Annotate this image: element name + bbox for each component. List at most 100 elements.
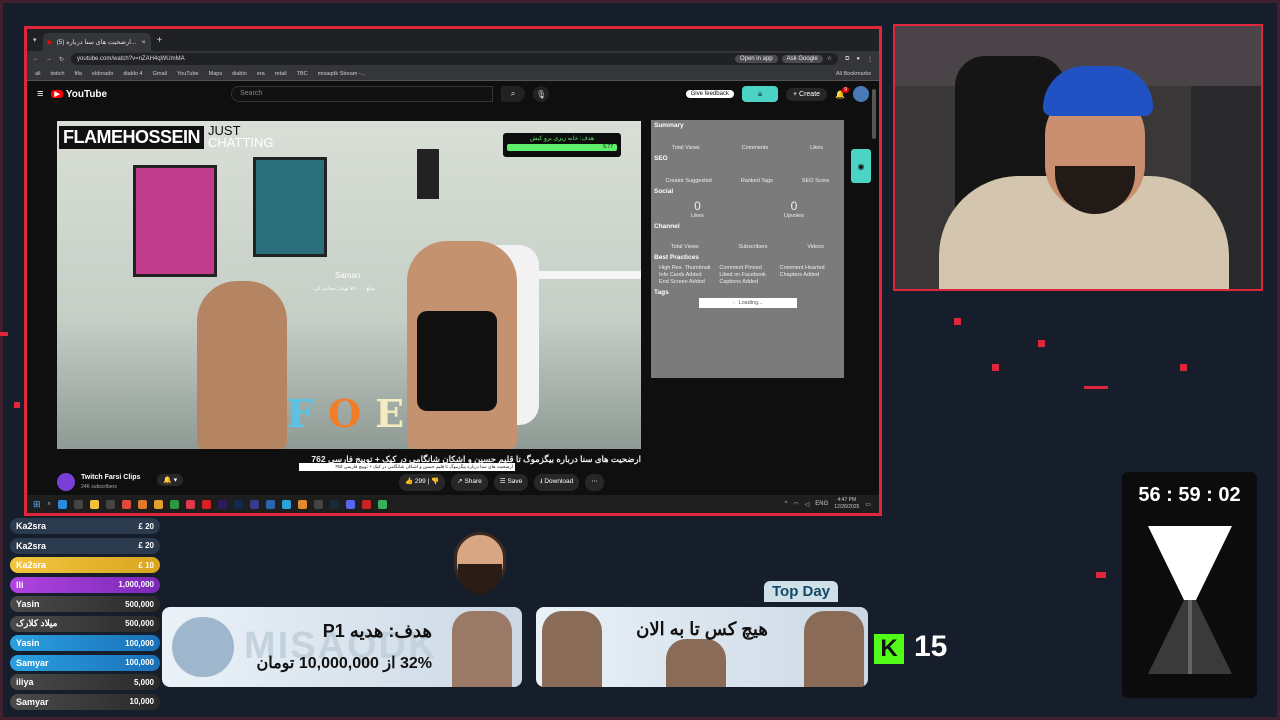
panel-side-button[interactable]: ◉ <box>851 149 871 183</box>
bookmark-item[interactable]: diablo 4 <box>123 71 142 77</box>
overlay-brand: FLAMEHOSSEIN JUST CHATTING <box>59 124 274 149</box>
premiere-icon[interactable] <box>217 499 227 509</box>
scrollbar[interactable] <box>872 89 876 139</box>
steam-icon[interactable] <box>329 499 339 509</box>
app-icon[interactable] <box>265 499 275 509</box>
clock[interactable]: 4:47 PM 12/26/2025 <box>834 497 859 511</box>
bookmark-item[interactable]: Gmail <box>153 71 167 77</box>
bookmark-item[interactable]: TBC <box>297 71 308 77</box>
profile-icon[interactable]: ● <box>856 56 860 62</box>
chrome-icon[interactable] <box>121 499 131 509</box>
youtube-logo-icon: ▶ <box>51 90 63 98</box>
app-icon[interactable] <box>105 499 115 509</box>
extensions-icon[interactable]: ⧉ <box>845 56 849 63</box>
subscribe-bell-button[interactable]: 🔔 ▾ <box>157 474 184 486</box>
donor-amount: £ 10 <box>138 560 154 570</box>
donor-row: Ka2sra £ 10 <box>10 557 160 573</box>
start-icon[interactable]: ⊞ <box>33 499 41 510</box>
bookmark-item[interactable]: Maps <box>209 71 222 77</box>
tray-arrow-icon[interactable]: ^ <box>785 501 788 507</box>
wifi-icon[interactable]: ◠ <box>793 501 798 508</box>
telegram-icon[interactable] <box>281 499 291 509</box>
bookmark-item[interactable]: era <box>257 71 265 77</box>
poster-joker <box>133 165 217 277</box>
avatar[interactable] <box>853 86 869 102</box>
obs-icon[interactable] <box>73 499 83 509</box>
photoshop-icon[interactable] <box>233 499 243 509</box>
app-icon[interactable] <box>153 499 163 509</box>
video-player[interactable]: FLAMEHOSSEIN JUST CHATTING هدف: خانه زیز… <box>57 121 641 449</box>
browser-tab[interactable]: ▶ (5) ارضحیت های سنا درباره... × <box>42 33 151 51</box>
create-label: Create <box>799 90 821 98</box>
bookmark-item[interactable]: diablo <box>232 71 247 77</box>
channel-avatar[interactable] <box>57 473 75 491</box>
title-tooltip: ارضحیت های سنا درباره بیگزموگ تا قلیم حس… <box>299 463 515 471</box>
youtube-header: ≡ ▶ YouTube Search ⌕ 🎙 Give feedback ≡ + … <box>27 81 879 107</box>
donor-amount: 500,000 <box>125 619 154 628</box>
url-field[interactable]: youtube.com/watch?v=nZAH4qWUmMA Open in … <box>71 53 839 65</box>
search-icon[interactable]: ⌕ <box>501 86 526 102</box>
app-icon[interactable] <box>185 499 195 509</box>
volume-icon[interactable]: ◁ <box>805 501 810 508</box>
explorer-icon[interactable] <box>89 499 99 509</box>
timer-box: 56 : 59 : 02 <box>1122 472 1257 698</box>
open-in-app-button[interactable]: Open in app <box>734 55 778 63</box>
app-icon[interactable] <box>249 499 259 509</box>
star-icon[interactable]: ☆ <box>827 55 832 63</box>
bookmark-item[interactable]: fifa <box>75 71 82 77</box>
give-feedback-button[interactable]: Give feedback <box>685 90 734 98</box>
download-button[interactable]: ⭳ Download <box>534 474 580 491</box>
xbox-icon[interactable] <box>169 499 179 509</box>
more-actions-button[interactable]: ⋯ <box>585 474 604 491</box>
like-button[interactable]: 👍 299 | 👎 <box>399 474 446 491</box>
bookmark-item[interactable]: retail <box>275 71 287 77</box>
app-icon[interactable] <box>361 499 371 509</box>
bookmark-item[interactable]: twitch <box>51 71 65 77</box>
donor-row: Samyar 10,000 <box>10 693 160 710</box>
channel-name[interactable]: Twitch Farsi Clips <box>81 474 140 481</box>
mic-icon[interactable]: 🎙 <box>533 86 550 102</box>
bookmark-item[interactable]: eldorado <box>92 71 113 77</box>
youtube-logo[interactable]: ▶ YouTube <box>51 89 107 100</box>
notification-icon[interactable]: ▭ <box>865 501 871 508</box>
all-bookmarks-button[interactable]: All Bookmarks <box>836 71 871 77</box>
create-button[interactable]: + Create <box>785 87 828 101</box>
donor-amount: 10,000 <box>129 697 154 706</box>
forward-icon[interactable]: → <box>46 56 52 62</box>
tab-list-icon[interactable]: ▾ <box>33 36 37 44</box>
bell-icon[interactable]: 🔔 9 <box>835 86 849 99</box>
goal-banner: MISAQDK هدف: هدیه P1 32% از 10,000,000 ت… <box>162 607 522 687</box>
firefox-icon[interactable] <box>137 499 147 509</box>
hamburger-icon[interactable]: ≡ <box>37 88 43 100</box>
search-taskbar-icon[interactable]: ⌕ <box>48 501 51 508</box>
panel-social-heading: Social <box>654 188 674 195</box>
best-item: High Res. Thumbnail <box>659 265 711 271</box>
address-bar: ← → ↻ youtube.com/watch?v=nZAH4qWUmMA Op… <box>27 51 879 67</box>
ask-google-button[interactable]: Ask Google <box>781 55 823 63</box>
bookmark-item[interactable]: YouTube <box>177 71 199 77</box>
close-tab-icon[interactable]: × <box>142 39 146 46</box>
extension-toggle[interactable]: ≡ <box>741 86 778 102</box>
app-icon[interactable] <box>313 499 323 509</box>
top-day-label: Top Day <box>764 581 839 602</box>
new-tab-button[interactable]: + <box>157 35 163 46</box>
best-practices-grid: High Res. Thumbnail Comment Pinned Comme… <box>651 263 844 287</box>
search-input[interactable]: Search <box>231 86 494 102</box>
edge-icon[interactable] <box>57 499 67 509</box>
chrome-icon[interactable] <box>377 499 387 509</box>
menu-icon[interactable]: ⋮ <box>867 56 873 63</box>
reload-icon[interactable]: ↻ <box>59 56 64 63</box>
youtube-taskbar-icon[interactable] <box>201 499 211 509</box>
discord-icon[interactable] <box>345 499 355 509</box>
back-icon[interactable]: ← <box>33 56 39 62</box>
app-icon[interactable] <box>297 499 307 509</box>
summary-comments: Comments <box>741 145 769 151</box>
bookmark-item[interactable]: misaqdk Stream -... <box>318 71 366 77</box>
share-button[interactable]: ↗ Share <box>451 474 488 491</box>
language-indicator[interactable]: ENG <box>815 501 828 507</box>
seo-panel: Summary Total Views Comments Likes SEO C… <box>651 120 844 378</box>
bookmark-item[interactable]: all <box>35 71 41 77</box>
youtube-tab-icon: ▶ <box>47 39 53 46</box>
save-button[interactable]: ☰ Save <box>493 474 529 491</box>
donor-name: میلاد کلارک <box>16 618 58 628</box>
